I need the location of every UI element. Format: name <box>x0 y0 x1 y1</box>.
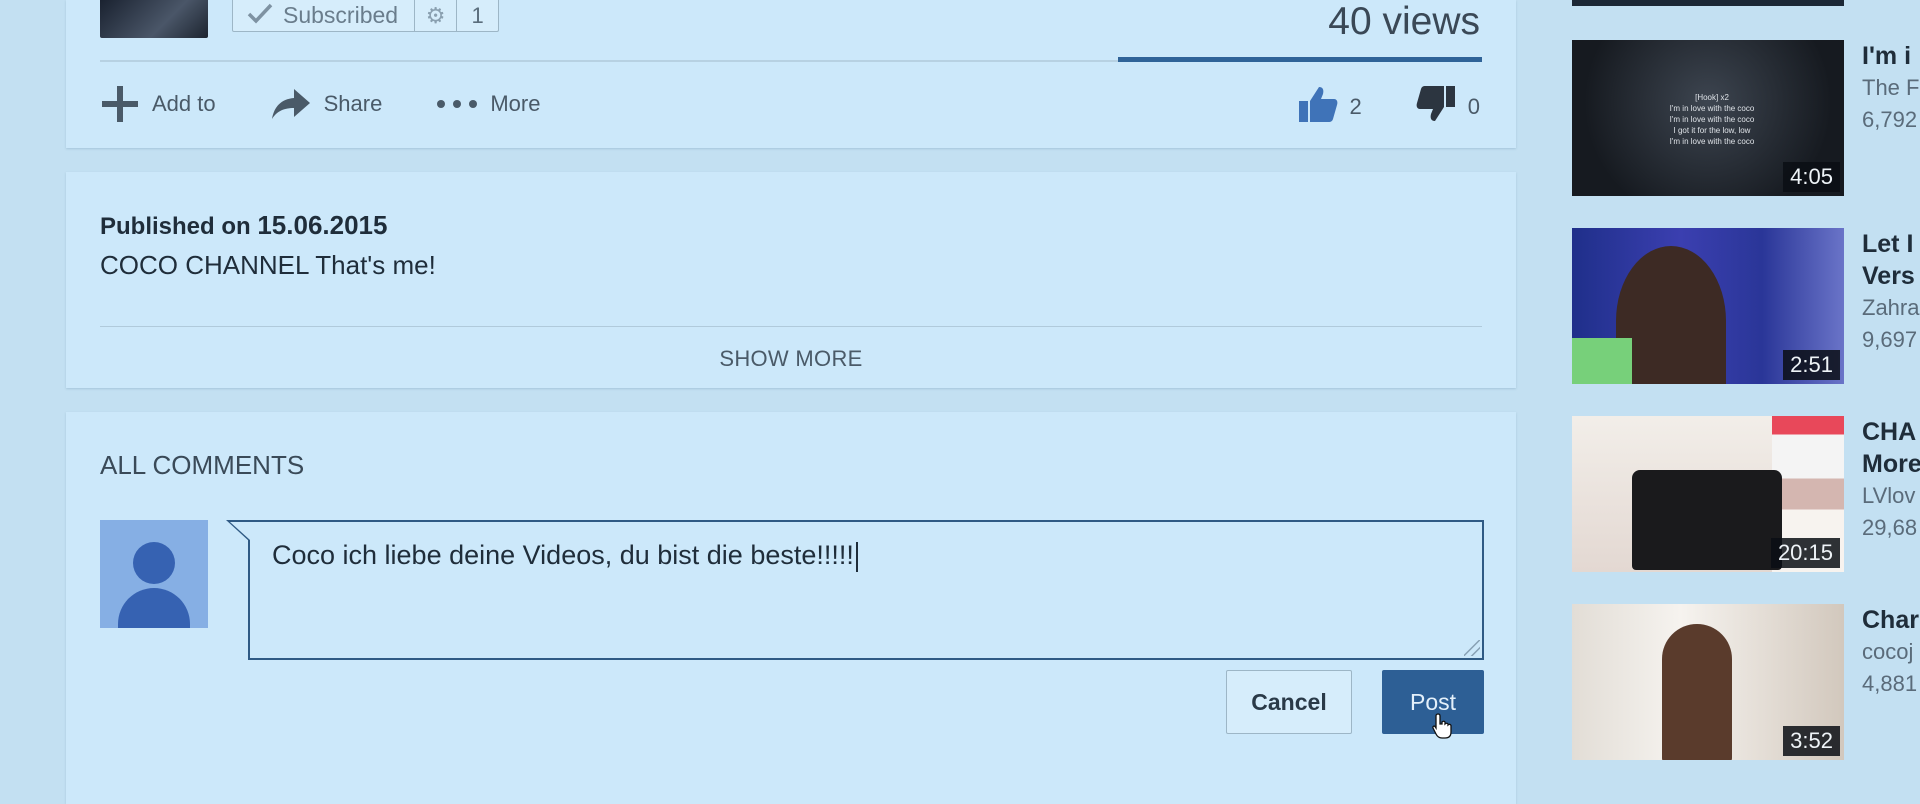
resize-handle-icon[interactable] <box>1464 640 1480 656</box>
video-actions-card: Subscribed ⚙ 1 40 views Add to Share Mor… <box>66 0 1516 148</box>
gear-icon[interactable]: ⚙ <box>414 0 456 31</box>
share-button[interactable]: Share <box>270 87 383 121</box>
avatar-body-icon <box>118 588 190 628</box>
video-views: 4,881 <box>1862 671 1918 696</box>
description-text: COCO CHANNEL That's me! <box>100 250 436 280</box>
recommended-thumbnail-partial[interactable] <box>1572 0 1844 6</box>
video-title[interactable]: CHA <box>1862 416 1920 448</box>
video-duration: 2:51 <box>1783 350 1840 380</box>
video-channel: The F <box>1862 75 1920 100</box>
cancel-button[interactable]: Cancel <box>1226 670 1352 734</box>
subscribed-label: Subscribed <box>283 2 399 28</box>
text-caret <box>855 541 858 572</box>
video-channel: LVlov <box>1862 483 1916 508</box>
video-thumbnail[interactable]: [Hook] x2 I'm in love with the coco I'm … <box>1572 40 1844 196</box>
dislike-count: 0 <box>1467 94 1480 119</box>
video-title[interactable]: Let I <box>1862 228 1920 260</box>
add-to-label: Add to <box>152 91 216 116</box>
video-title-line2[interactable]: Vers <box>1862 260 1920 292</box>
video-title-line2[interactable]: More <box>1862 448 1920 480</box>
video-thumbnail[interactable]: 2:51 <box>1572 228 1844 384</box>
comment-input[interactable]: Coco ich liebe deine Videos, du bist die… <box>226 520 1484 660</box>
rating-bar: 2 0 <box>1298 84 1480 130</box>
recommended-video-2[interactable]: 2:51 Let I Vers Zahra 9,697 <box>1572 228 1920 384</box>
published-info: Published on 15.06.2015 <box>100 210 387 241</box>
more-dots-icon <box>436 99 478 109</box>
video-duration: 4:05 <box>1783 162 1840 192</box>
action-bar: Add to Share More <box>100 84 594 124</box>
subscribe-button-group: Subscribed ⚙ 1 <box>232 0 500 32</box>
hand-cursor-icon <box>1432 712 1454 745</box>
add-to-button[interactable]: Add to <box>100 84 216 124</box>
like-button[interactable] <box>1298 84 1338 130</box>
published-date: 15.06.2015 <box>257 210 388 240</box>
share-icon <box>270 87 312 121</box>
video-views: 9,697 <box>1862 327 1918 352</box>
thumbs-down-icon <box>1416 86 1455 121</box>
share-label: Share <box>323 91 383 116</box>
video-thumbnail[interactable]: 20:15 <box>1572 416 1844 572</box>
published-prefix: Published on <box>100 213 251 240</box>
video-channel: Zahra <box>1862 295 1920 320</box>
plus-icon <box>100 84 140 124</box>
more-button[interactable]: More <box>436 91 540 117</box>
like-ratio-bar <box>1118 57 1482 62</box>
video-thumbnail[interactable]: 3:52 <box>1572 604 1844 760</box>
subscribed-button[interactable]: Subscribed <box>233 0 414 31</box>
thumbs-up-icon <box>1298 87 1337 122</box>
comments-heading: ALL COMMENTS <box>100 450 305 480</box>
description-card: Published on 15.06.2015 COCO CHANNEL Tha… <box>66 172 1516 388</box>
thumbnail-lyrics: [Hook] x2 I'm in love with the coco I'm … <box>1669 93 1755 146</box>
video-views: 6,792 <box>1862 107 1918 132</box>
user-avatar <box>100 520 208 628</box>
video-duration: 3:52 <box>1783 726 1840 756</box>
show-more-button[interactable]: SHOW MORE <box>66 346 1516 372</box>
avatar-head-icon <box>133 542 175 584</box>
subscriber-count: 1 <box>456 0 498 31</box>
video-channel: cocoj <box>1862 639 1914 664</box>
video-duration: 20:15 <box>1770 538 1840 568</box>
like-count: 2 <box>1349 94 1362 119</box>
checkmark-icon <box>247 2 273 30</box>
comment-draft-text: Coco ich liebe deine Videos, du bist die… <box>272 540 854 570</box>
divider <box>100 326 1482 327</box>
recommended-video-3[interactable]: 20:15 CHA More LVlov 29,68 <box>1572 416 1920 572</box>
comments-card: ALL COMMENTS Coco ich liebe deine Videos… <box>66 412 1516 804</box>
dislike-button[interactable] <box>1416 84 1456 130</box>
video-title[interactable]: Char <box>1862 604 1920 636</box>
channel-avatar[interactable] <box>100 0 208 38</box>
recommended-video-1[interactable]: [Hook] x2 I'm in love with the coco I'm … <box>1572 40 1920 196</box>
more-label: More <box>490 91 541 116</box>
recommended-video-4[interactable]: 3:52 Char cocoj 4,881 <box>1572 604 1920 760</box>
video-views: 29,68 <box>1862 515 1918 540</box>
view-count: 40 views <box>1328 0 1480 43</box>
video-title[interactable]: I'm i <box>1862 40 1920 72</box>
